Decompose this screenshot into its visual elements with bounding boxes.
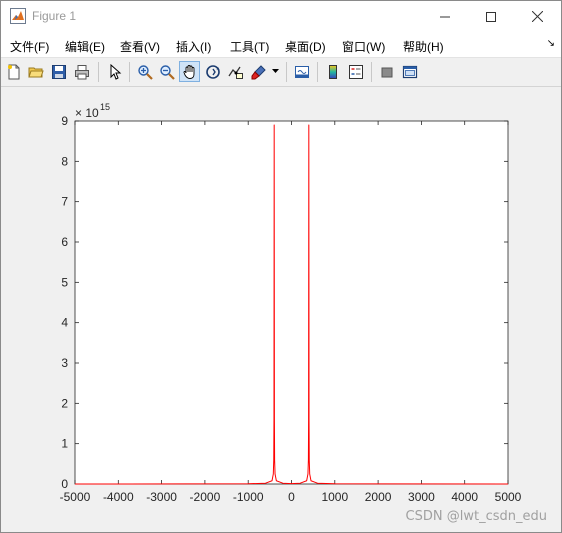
title-bar[interactable]: Figure 1 (1, 1, 561, 32)
show-plot-tools-icon (402, 65, 417, 78)
figure-canvas: × 10 15 -5000 -4000 -3000 -2000 -1000 0 1000 20… (1, 87, 561, 532)
y-tick-label: 6 (61, 235, 68, 249)
zoom-out-icon (159, 64, 175, 80)
maximize-button[interactable] (468, 1, 514, 32)
matlab-figure-icon (10, 8, 26, 24)
rotate-3d-icon (205, 64, 220, 79)
new-figure-icon (7, 64, 19, 79)
open-file-button[interactable] (25, 61, 46, 82)
x-tick-label: 0 (288, 490, 295, 504)
x-tick-label: 5000 (495, 490, 522, 504)
x-tick-label: -2000 (190, 490, 221, 504)
y-exponent-power: 15 (100, 102, 110, 112)
toolbar-separator (129, 62, 130, 82)
y-tick-label: 2 (61, 396, 68, 410)
x-tick-label: 4000 (451, 490, 478, 504)
y-tick-label: 8 (61, 154, 68, 168)
menu-bar: 文件(F) 编辑(E) 查看(V) 插入(I) 工具(T) 桌面(D) 窗口(W… (1, 32, 561, 58)
menu-file[interactable]: 文件(F) (10, 38, 49, 55)
x-tick-label: 1000 (321, 490, 348, 504)
zoom-out-button[interactable] (156, 61, 177, 82)
y-tick-label: 5 (61, 275, 68, 289)
toolbar-separator (98, 62, 99, 82)
figure-toolbar (1, 58, 561, 87)
menu-help[interactable]: 帮助(H) (403, 38, 444, 55)
y-tick-label: 1 (61, 437, 68, 451)
hide-plot-tools-button[interactable] (376, 61, 397, 82)
x-tick-label: -3000 (146, 490, 177, 504)
toolbar-separator (371, 62, 372, 82)
chevron-down-icon (271, 69, 279, 73)
legend-icon (348, 64, 363, 79)
x-tick-label: -4000 (103, 490, 134, 504)
menu-edit[interactable]: 编辑(E) (65, 38, 105, 55)
close-icon (531, 11, 543, 22)
close-button[interactable] (514, 1, 560, 32)
menu-desktop[interactable]: 桌面(D) (285, 38, 326, 55)
window-title: Figure 1 (32, 9, 77, 23)
data-cursor-icon (227, 66, 243, 79)
minimize-icon (440, 16, 450, 17)
y-tick-label: 3 (61, 356, 68, 370)
hide-plot-tools-icon (381, 67, 392, 77)
open-file-icon (27, 67, 44, 77)
save-button[interactable] (48, 61, 69, 82)
legend-button[interactable] (345, 61, 366, 82)
menu-tools[interactable]: 工具(T) (230, 38, 269, 55)
figure-window: Figure 1 文件(F) 编辑(E) 查看(V) 插入(I) 工具(T) 桌… (0, 0, 562, 533)
y-exponent-label: × 10 (75, 106, 99, 120)
zoom-in-button[interactable] (134, 61, 155, 82)
menu-window[interactable]: 窗口(W) (342, 38, 385, 55)
axes-box (74, 120, 509, 485)
save-icon (51, 64, 66, 79)
brush-button[interactable] (248, 61, 269, 82)
pan-icon (183, 64, 194, 79)
print-icon (74, 64, 89, 79)
toolbar-separator (286, 62, 287, 82)
y-tick-label: 0 (61, 477, 68, 491)
edit-plot-icon (110, 63, 121, 80)
brush-icon (251, 64, 266, 79)
link-plot-button[interactable] (291, 61, 312, 82)
y-tick-label: 9 (61, 114, 68, 128)
minimize-button[interactable] (422, 1, 468, 32)
toolbar-separator (317, 62, 318, 82)
rotate-3d-button[interactable] (202, 61, 223, 82)
x-tick-label: 2000 (365, 490, 392, 504)
pan-button[interactable] (179, 61, 200, 82)
show-plot-tools-button[interactable] (399, 61, 420, 82)
print-button[interactable] (71, 61, 92, 82)
y-tick-label: 4 (61, 316, 68, 330)
watermark: CSDN @lwt_csdn_edu (405, 509, 547, 524)
maximize-icon (486, 11, 496, 22)
zoom-in-icon (137, 64, 153, 80)
menu-view[interactable]: 查看(V) (120, 38, 160, 55)
y-tick-label: 7 (61, 195, 68, 209)
brush-dropdown[interactable] (269, 61, 281, 82)
data-cursor-button[interactable] (225, 61, 246, 82)
new-figure-button[interactable] (3, 61, 24, 82)
colorbar-icon (328, 64, 337, 79)
x-tick-label: 3000 (408, 490, 435, 504)
plot-canvas[interactable]: × 10 15 -5000 -4000 -3000 -2000 -1000 0 1000 20… (1, 87, 561, 532)
edit-plot-button[interactable] (104, 61, 125, 82)
x-tick-label: -1000 (233, 490, 264, 504)
link-plot-icon (294, 65, 309, 78)
x-tick-label: -5000 (60, 490, 91, 504)
menu-insert[interactable]: 插入(I) (176, 38, 211, 55)
colorbar-button[interactable] (322, 61, 343, 82)
menu-overflow-chevron-icon[interactable]: ↘ (547, 38, 555, 49)
